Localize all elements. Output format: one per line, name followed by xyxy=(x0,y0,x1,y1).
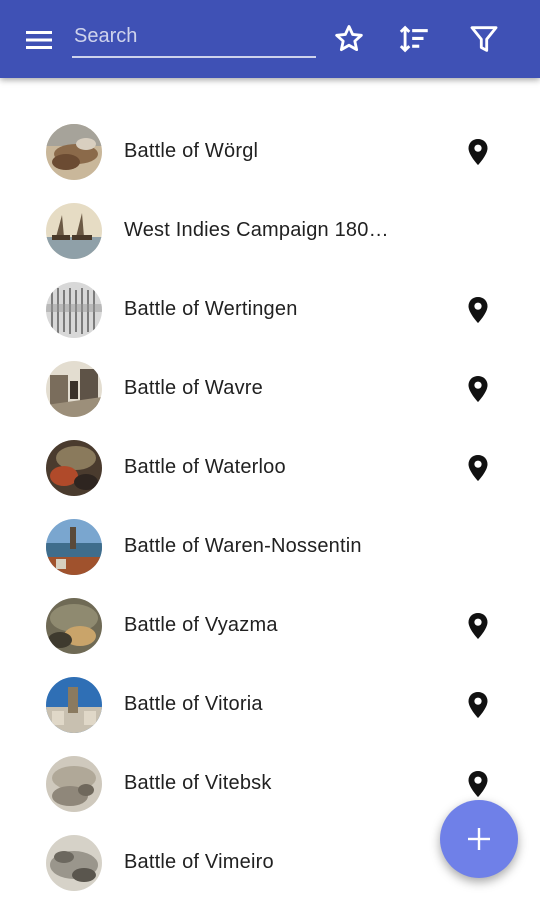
location-pin-icon[interactable] xyxy=(466,375,490,403)
item-label: Battle of Vitebsk xyxy=(124,772,272,794)
top-app-bar xyxy=(0,0,540,78)
location-pin-icon[interactable] xyxy=(466,691,490,719)
app-screen: Battle of Wörgl West Indies Campaign 180… xyxy=(0,0,540,900)
item-label: Battle of Waren-Nossentin xyxy=(124,535,362,557)
thumbnail-image xyxy=(46,203,102,259)
thumbnail-image xyxy=(46,361,102,417)
item-label: Battle of Vyazma xyxy=(124,614,278,636)
search-input[interactable] xyxy=(72,16,316,58)
sort-button[interactable] xyxy=(398,22,432,56)
item-label: Battle of Wavre xyxy=(124,377,263,399)
list-item[interactable]: Battle of Wertingen xyxy=(0,270,540,349)
item-label: Battle of Waterloo xyxy=(124,456,286,478)
add-button[interactable] xyxy=(440,800,518,878)
thumbnail-image xyxy=(46,124,102,180)
filter-button[interactable] xyxy=(467,22,501,56)
thumbnail-image xyxy=(46,835,102,891)
item-label: Battle of Vitoria xyxy=(124,693,263,715)
thumbnail-image xyxy=(46,756,102,812)
location-pin-icon[interactable] xyxy=(466,454,490,482)
list-item[interactable]: Battle of Waren-Nossentin xyxy=(0,507,540,586)
list-item[interactable]: Battle of Waterloo xyxy=(0,428,540,507)
item-label: Battle of Wörgl xyxy=(124,140,259,162)
list-item[interactable]: Battle of Wavre xyxy=(0,349,540,428)
list-item[interactable]: Battle of Wörgl xyxy=(0,112,540,191)
star-icon xyxy=(335,25,363,52)
list-item[interactable]: Battle of Vitoria xyxy=(0,665,540,744)
thumbnail-image xyxy=(46,677,102,733)
sort-icon xyxy=(399,25,428,53)
location-pin-icon[interactable] xyxy=(466,296,490,324)
list-item[interactable]: West Indies Campaign 180… xyxy=(0,191,540,270)
add-icon xyxy=(468,828,490,850)
location-pin-icon[interactable] xyxy=(466,770,490,798)
thumbnail-image xyxy=(46,598,102,654)
thumbnail-image xyxy=(46,282,102,338)
list-item[interactable]: Battle of Vyazma xyxy=(0,586,540,665)
location-pin-icon[interactable] xyxy=(466,138,490,166)
item-label: Battle of Wertingen xyxy=(124,298,298,320)
thumbnail-image xyxy=(46,440,102,496)
location-pin-icon[interactable] xyxy=(466,612,490,640)
battle-list: Battle of Wörgl West Indies Campaign 180… xyxy=(0,112,540,900)
filter-icon xyxy=(470,26,498,52)
favorites-button[interactable] xyxy=(332,22,366,56)
thumbnail-image xyxy=(46,519,102,575)
search-field xyxy=(72,16,316,60)
menu-icon xyxy=(26,31,52,49)
item-label: West Indies Campaign 180… xyxy=(124,219,389,241)
item-label: Battle of Vimeiro xyxy=(124,851,274,873)
menu-button[interactable] xyxy=(24,26,56,54)
